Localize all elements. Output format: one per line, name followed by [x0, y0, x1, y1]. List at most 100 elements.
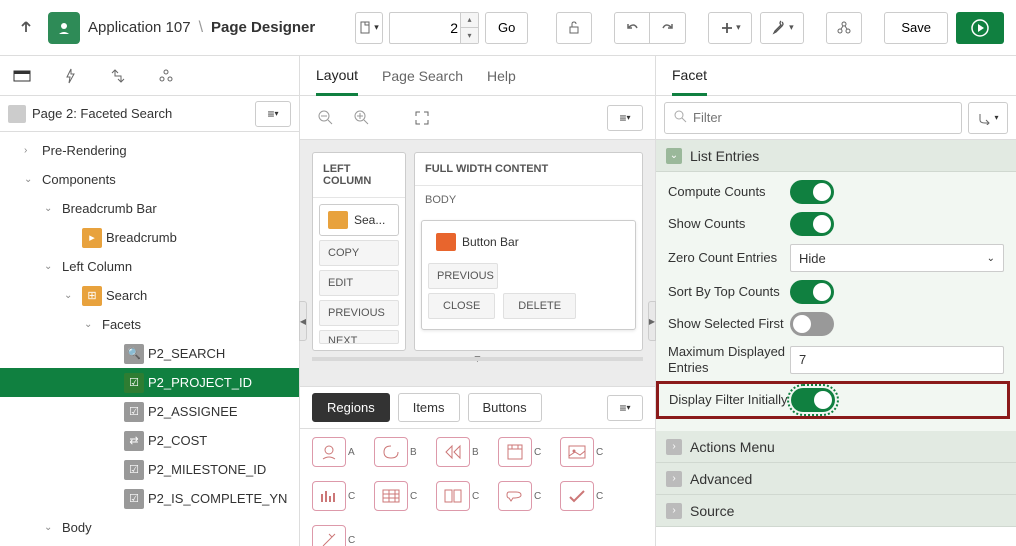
prop-show-selected-label: Show Selected First	[668, 316, 790, 332]
dynamic-actions-tab-icon[interactable]	[60, 66, 80, 86]
shared-components-button[interactable]	[826, 12, 862, 44]
section-source[interactable]: › Source	[656, 495, 1016, 527]
tab-help[interactable]: Help	[487, 56, 516, 96]
tree-item-search[interactable]: ⌄⊞Search	[0, 281, 299, 310]
prop-zero-count-label: Zero Count Entries	[668, 250, 790, 266]
gallery-item[interactable]: C	[560, 481, 608, 511]
gallery-tab-buttons[interactable]: Buttons	[468, 393, 542, 422]
app-icon	[48, 12, 80, 44]
gallery-icon	[312, 481, 346, 511]
gallery-item[interactable]: B	[374, 437, 422, 467]
tree-item-prerendering[interactable]: ›Pre-Rendering	[0, 136, 299, 165]
item-icon: ☑	[124, 489, 144, 509]
tab-facet[interactable]: Facet	[672, 56, 707, 96]
canvas-copy[interactable]: COPY	[319, 240, 399, 266]
tree-item-body[interactable]: ⌄Body	[0, 513, 299, 542]
rendering-tab-icon[interactable]	[12, 66, 32, 86]
tree-item-facets[interactable]: ⌄Facets	[0, 310, 299, 339]
select-zero-count[interactable]: Hide⌄	[790, 244, 1004, 272]
toggle-sort-top[interactable]	[790, 280, 834, 304]
splitter-left[interactable]: ◀	[299, 301, 307, 341]
region-search[interactable]: Sea...	[319, 204, 399, 236]
gallery-item[interactable]: C	[560, 437, 608, 467]
gallery-item[interactable]: C	[312, 481, 360, 511]
splitter-right[interactable]: ▶	[648, 301, 656, 341]
create-button[interactable]: ▾	[708, 12, 752, 44]
gallery-icon	[312, 525, 346, 546]
canvas-edit[interactable]: EDIT	[319, 270, 399, 296]
collapse-icon: ⌄	[666, 148, 682, 164]
canvas-full-width[interactable]: FULL WIDTH CONTENT BODY Button Bar PREVI…	[414, 152, 643, 351]
canvas-close[interactable]: CLOSE	[428, 293, 495, 319]
col-header-right: FULL WIDTH CONTENT	[415, 153, 642, 186]
input-max-displayed[interactable]: 7	[790, 346, 1004, 374]
gallery-icon	[560, 481, 594, 511]
gallery-item[interactable]: B	[436, 437, 484, 467]
canvas-previous[interactable]: PREVIOUS	[319, 300, 399, 326]
gallery-item[interactable]: C	[312, 525, 360, 546]
gallery-item[interactable]: C	[436, 481, 484, 511]
canvas-delete[interactable]: DELETE	[503, 293, 576, 319]
gallery-item[interactable]: C	[498, 481, 546, 511]
page-header-title[interactable]: Page 2: Faceted Search	[32, 106, 249, 121]
tree-item-p2-milestone-id[interactable]: ☑P2_MILESTONE_ID	[0, 455, 299, 484]
gallery-tab-items[interactable]: Items	[398, 393, 460, 422]
filter-input[interactable]	[693, 110, 953, 125]
gallery-icon	[374, 437, 408, 467]
tree-item-p2-is-complete-yn[interactable]: ☑P2_IS_COMPLETE_YN	[0, 484, 299, 513]
shared-tab-icon[interactable]	[156, 66, 176, 86]
section-actions-menu[interactable]: › Actions Menu	[656, 431, 1016, 463]
layout-menu-button[interactable]: ≡ ▾	[607, 105, 643, 131]
col-header-left: LEFT COLUMN	[313, 153, 405, 198]
zoom-out-icon[interactable]	[312, 104, 340, 132]
undo-button[interactable]	[614, 12, 650, 44]
page-icon	[8, 105, 26, 123]
gallery-icon	[560, 437, 594, 467]
toggle-show-counts[interactable]	[790, 212, 834, 236]
zoom-in-icon[interactable]	[348, 104, 376, 132]
toggle-show-selected[interactable]	[790, 312, 834, 336]
region-button-bar[interactable]: Button Bar	[428, 227, 629, 257]
tree-item-p2-search[interactable]: 🔍P2_SEARCH	[0, 339, 299, 368]
page-spinner[interactable]: ▴▾	[460, 13, 478, 43]
tree-item-breadcrumb[interactable]: ▸Breadcrumb	[0, 223, 299, 252]
tree-item-components[interactable]: ⌄Components	[0, 165, 299, 194]
tree-item-left-column[interactable]: ⌄Left Column	[0, 252, 299, 281]
processing-tab-icon[interactable]	[108, 66, 128, 86]
canvas-previous2[interactable]: PREVIOUS	[428, 263, 498, 289]
expand-icon: ›	[666, 439, 682, 455]
toggle-display-filter[interactable]	[791, 388, 835, 412]
canvas-next[interactable]: NEXT	[319, 330, 399, 344]
section-advanced[interactable]: › Advanced	[656, 463, 1016, 495]
redo-button[interactable]	[650, 12, 686, 44]
gallery-item[interactable]: C	[498, 437, 546, 467]
item-icon: ☑	[124, 373, 144, 393]
tree-item-p2-assignee[interactable]: ☑P2_ASSIGNEE	[0, 397, 299, 426]
go-button[interactable]: Go	[485, 12, 528, 44]
lock-button[interactable]	[556, 12, 592, 44]
tab-page-search[interactable]: Page Search	[382, 56, 463, 96]
save-button[interactable]: Save	[884, 12, 948, 44]
gallery-tab-regions[interactable]: Regions	[312, 393, 390, 422]
run-button[interactable]	[956, 12, 1004, 44]
app-name[interactable]: Application 107	[88, 19, 191, 36]
tree-menu-button[interactable]: ≡ ▾	[255, 101, 291, 127]
tree-item-p2-project-id[interactable]: ☑P2_PROJECT_ID	[0, 368, 299, 397]
expand-icon[interactable]	[408, 104, 436, 132]
back-button[interactable]	[12, 14, 40, 42]
tree-item-breadcrumb-bar[interactable]: ⌄Breadcrumb Bar	[0, 194, 299, 223]
tree-item-p2-cost[interactable]: ⇄P2_COST	[0, 426, 299, 455]
utilities-button[interactable]: ▾	[760, 12, 804, 44]
gallery-item[interactable]: A	[312, 437, 360, 467]
page-select-menu[interactable]: ▾	[355, 12, 383, 44]
toggle-compute-counts[interactable]	[790, 180, 834, 204]
prop-display-filter-label: Display Filter Initially	[669, 392, 791, 408]
prop-sort-top-label: Sort By Top Counts	[668, 284, 790, 300]
region-icon: ▸	[82, 228, 102, 248]
tab-layout[interactable]: Layout	[316, 56, 358, 96]
gallery-menu-button[interactable]: ≡ ▾	[607, 395, 643, 421]
section-list-entries[interactable]: ⌄ List Entries	[656, 140, 1016, 172]
canvas-left-column[interactable]: LEFT COLUMN Sea... COPY EDIT PREVIOUS NE…	[312, 152, 406, 351]
filter-options-button[interactable]: ▾	[968, 102, 1008, 134]
gallery-item[interactable]: C	[374, 481, 422, 511]
